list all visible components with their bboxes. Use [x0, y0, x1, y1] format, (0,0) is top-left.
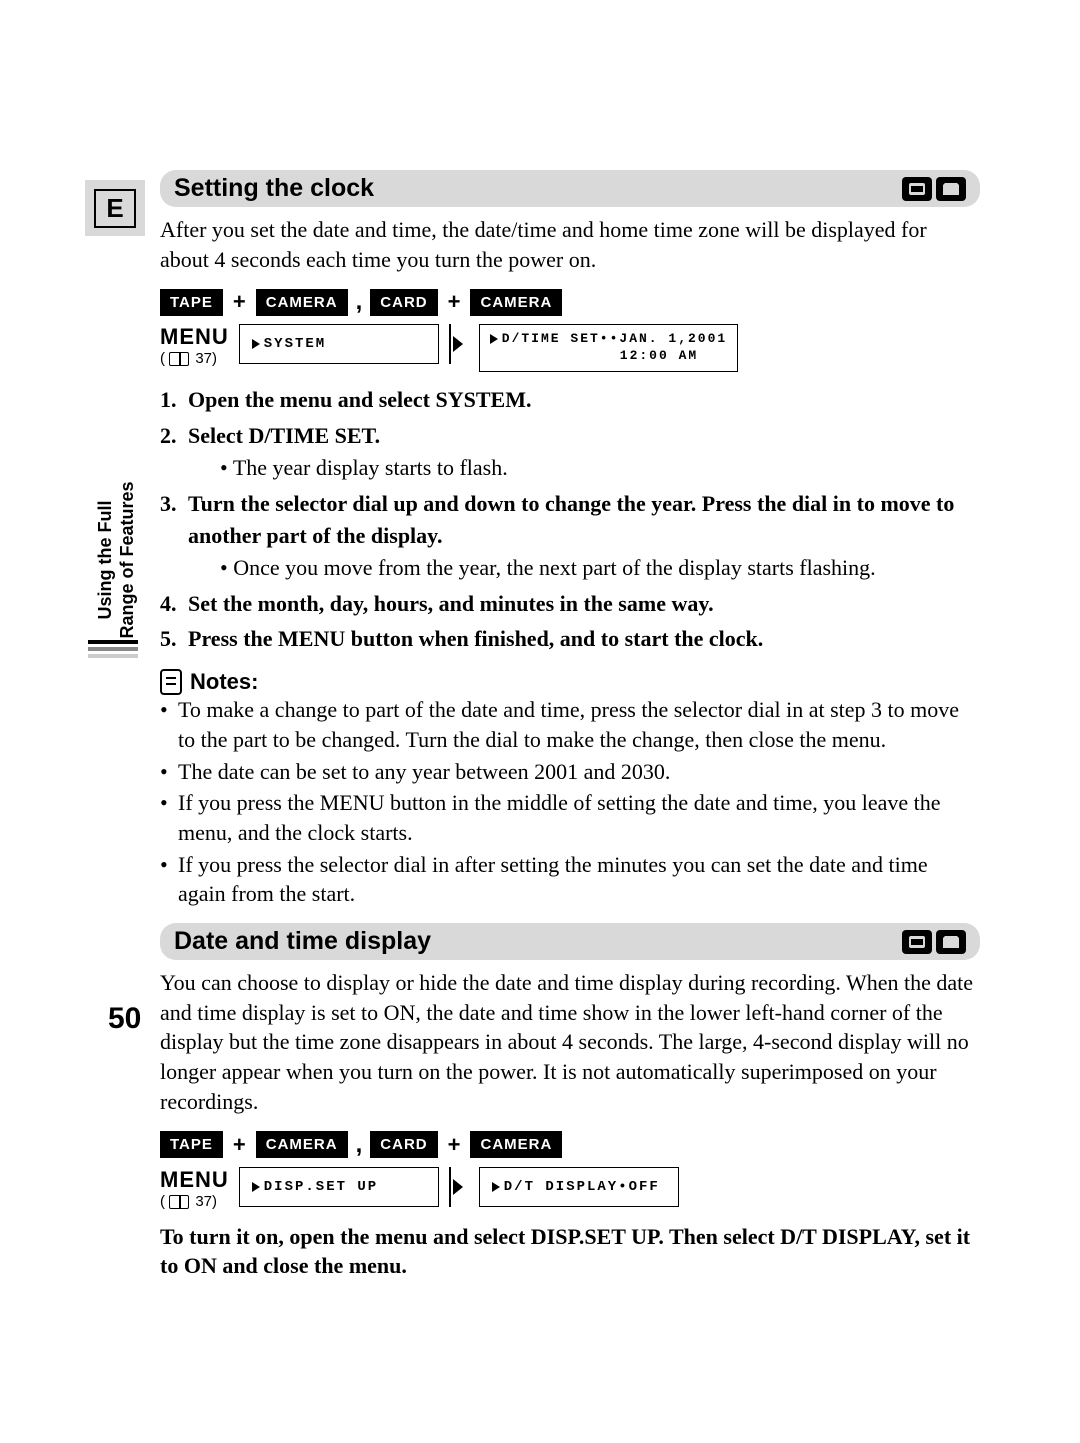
menu-box-system: SYSTEM: [239, 324, 439, 364]
menu-ref: ( 37): [160, 1193, 229, 1210]
menu-nav-row: MENU ( 37) SYSTEM D/TIME SET••JAN. 1,200…: [160, 324, 980, 372]
side-tab-label: Using the FullRange of Features: [95, 460, 138, 660]
section-header-datetime: Date and time display: [160, 923, 980, 960]
play-icon: [490, 334, 498, 344]
steps-list: 1.Open the menu and select SYSTEM. 2.Sel…: [160, 384, 980, 655]
mode-row: TAPE + CAMERA , CARD + CAMERA: [160, 288, 980, 316]
page-number: 50: [108, 1002, 141, 1036]
menu-ref: ( 37): [160, 350, 229, 367]
comma: ,: [356, 288, 363, 316]
tape-icon: [902, 177, 932, 201]
header-icons: [902, 930, 966, 954]
play-icon: [252, 339, 260, 349]
play-icon: [252, 1182, 260, 1192]
arrow-separator: [449, 1167, 469, 1207]
closing-instruction: To turn it on, open the menu and select …: [160, 1222, 980, 1281]
plus-icon: +: [446, 1132, 463, 1158]
card-icon: [936, 930, 966, 954]
section2-intro: You can choose to display or hide the da…: [160, 968, 980, 1116]
tape-chip: TAPE: [160, 1131, 223, 1158]
language-box: E: [85, 180, 145, 236]
section-title: Setting the clock: [174, 174, 374, 203]
camera-chip: CAMERA: [470, 289, 562, 316]
card-chip: CARD: [370, 1131, 437, 1158]
menu-nav-row-2: MENU ( 37) DISP.SET UP D/T DISPLAY•OFF: [160, 1167, 980, 1210]
book-icon: [169, 352, 189, 366]
section-header-clock: Setting the clock: [160, 170, 980, 207]
menu-box-dtdisplay: D/T DISPLAY•OFF: [479, 1167, 679, 1207]
menu-label: MENU: [160, 1167, 229, 1193]
notes-list: •To make a change to part of the date an…: [160, 695, 980, 909]
menu-label: MENU: [160, 324, 229, 350]
header-icons: [902, 177, 966, 201]
play-icon: [492, 1182, 500, 1192]
section-title: Date and time display: [174, 927, 431, 956]
plus-icon: +: [231, 1132, 248, 1158]
language-letter: E: [94, 189, 135, 228]
tape-chip: TAPE: [160, 289, 223, 316]
notes-icon: [160, 669, 182, 695]
plus-icon: +: [231, 289, 248, 315]
intro-text: After you set the date and time, the dat…: [160, 215, 980, 274]
plus-icon: +: [446, 289, 463, 315]
menu-box-dtime: D/TIME SET••JAN. 1,2001 12:00 AM: [479, 324, 738, 372]
notes-heading: Notes:: [160, 669, 980, 695]
card-chip: CARD: [370, 289, 437, 316]
mode-row: TAPE + CAMERA , CARD + CAMERA: [160, 1131, 980, 1159]
card-icon: [936, 177, 966, 201]
menu-box-disp: DISP.SET UP: [239, 1167, 439, 1207]
arrow-separator: [449, 324, 469, 364]
camera-chip: CAMERA: [256, 1131, 348, 1158]
camera-chip: CAMERA: [470, 1131, 562, 1158]
book-icon: [169, 1195, 189, 1209]
comma: ,: [356, 1131, 363, 1159]
camera-chip: CAMERA: [256, 289, 348, 316]
tape-icon: [902, 930, 932, 954]
